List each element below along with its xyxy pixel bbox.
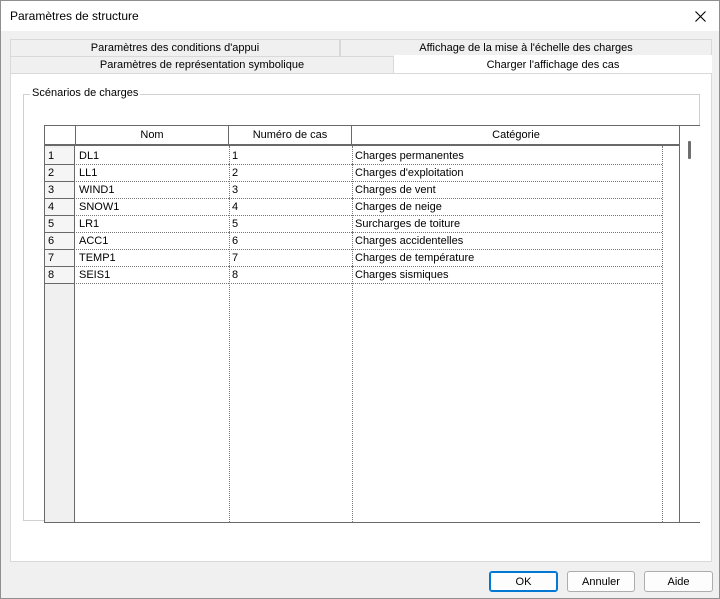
cell-nom[interactable]: WIND1 — [76, 182, 229, 199]
row-number[interactable]: 6 — [45, 233, 75, 250]
cell-numero[interactable]: 1 — [229, 148, 352, 165]
cell-nom[interactable]: LR1 — [76, 216, 229, 233]
title-bar: Paramètres de structure — [1, 1, 719, 31]
corner-header — [45, 126, 76, 146]
tab-label: Paramètres de représentation symbolique — [99, 59, 305, 71]
cell-nom[interactable]: ACC1 — [76, 233, 229, 250]
group-label: Scénarios de charges — [30, 87, 141, 99]
cell-categorie[interactable]: Charges d'exploitation — [352, 165, 662, 182]
cell-nom[interactable]: SEIS1 — [76, 267, 229, 284]
tab-conditions-appui[interactable]: Paramètres des conditions d'appui — [10, 39, 340, 56]
window-title: Paramètres de structure — [10, 9, 139, 23]
cell-numero[interactable]: 7 — [229, 250, 352, 267]
row-number[interactable]: 8 — [45, 267, 75, 284]
cancel-button[interactable]: Annuler — [567, 571, 635, 592]
ok-button[interactable]: OK — [489, 571, 558, 592]
cell-numero[interactable]: 8 — [229, 267, 352, 284]
cell-categorie[interactable]: Charges accidentelles — [352, 233, 662, 250]
cell-numero[interactable]: 2 — [229, 165, 352, 182]
tab-label: Charger l'affichage des cas — [486, 58, 620, 71]
tab-label: Paramètres des conditions d'appui — [90, 42, 260, 54]
vertical-scrollbar[interactable] — [680, 125, 700, 523]
dialog-window: Paramètres de structure Paramètres des c… — [0, 0, 720, 599]
cell-numero[interactable]: 5 — [229, 216, 352, 233]
row-number[interactable]: 7 — [45, 250, 75, 267]
tab-affichage-cas[interactable]: Charger l'affichage des cas — [394, 55, 712, 74]
row-number[interactable]: 3 — [45, 182, 75, 199]
cell-nom[interactable]: DL1 — [76, 148, 229, 165]
help-button[interactable]: Aide — [644, 571, 713, 592]
cell-categorie[interactable]: Charges de température — [352, 250, 662, 267]
load-cases-table: Nom Numéro de cas Catégorie 1 DL1 1 Char… — [44, 125, 680, 523]
cell-nom[interactable]: LL1 — [76, 165, 229, 182]
row-number[interactable]: 2 — [45, 165, 75, 182]
row-number[interactable]: 4 — [45, 199, 75, 216]
tab-label: Affichage de la mise à l'échelle des cha… — [419, 42, 633, 54]
tab-representation-symbolique[interactable]: Paramètres de représentation symbolique — [10, 56, 394, 73]
column-header-categorie[interactable]: Catégorie — [352, 126, 679, 146]
close-icon — [694, 10, 706, 22]
cell-numero[interactable]: 6 — [229, 233, 352, 250]
cell-categorie[interactable]: Charges sismiques — [352, 267, 662, 284]
row-number[interactable]: 1 — [45, 148, 75, 165]
close-button[interactable] — [681, 1, 719, 31]
cell-nom[interactable]: SNOW1 — [76, 199, 229, 216]
scrollbar-thumb[interactable] — [688, 141, 691, 159]
cell-numero[interactable]: 4 — [229, 199, 352, 216]
column-separator — [662, 146, 663, 522]
cell-categorie[interactable]: Charges de neige — [352, 199, 662, 216]
row-number[interactable]: 5 — [45, 216, 75, 233]
column-header-nom[interactable]: Nom — [76, 126, 229, 146]
load-cases-group: Scénarios de charges Nom Numéro de cas C… — [23, 87, 700, 523]
cell-numero[interactable]: 3 — [229, 182, 352, 199]
tab-panel: Scénarios de charges Nom Numéro de cas C… — [10, 73, 712, 562]
cell-categorie[interactable]: Charges permanentes — [352, 148, 662, 165]
cell-nom[interactable]: TEMP1 — [76, 250, 229, 267]
column-header-numero[interactable]: Numéro de cas — [229, 126, 352, 146]
cell-categorie[interactable]: Charges de vent — [352, 182, 662, 199]
tab-mise-a-echelle-charges[interactable]: Affichage de la mise à l'échelle des cha… — [340, 39, 712, 56]
cell-categorie[interactable]: Surcharges de toiture — [352, 216, 662, 233]
